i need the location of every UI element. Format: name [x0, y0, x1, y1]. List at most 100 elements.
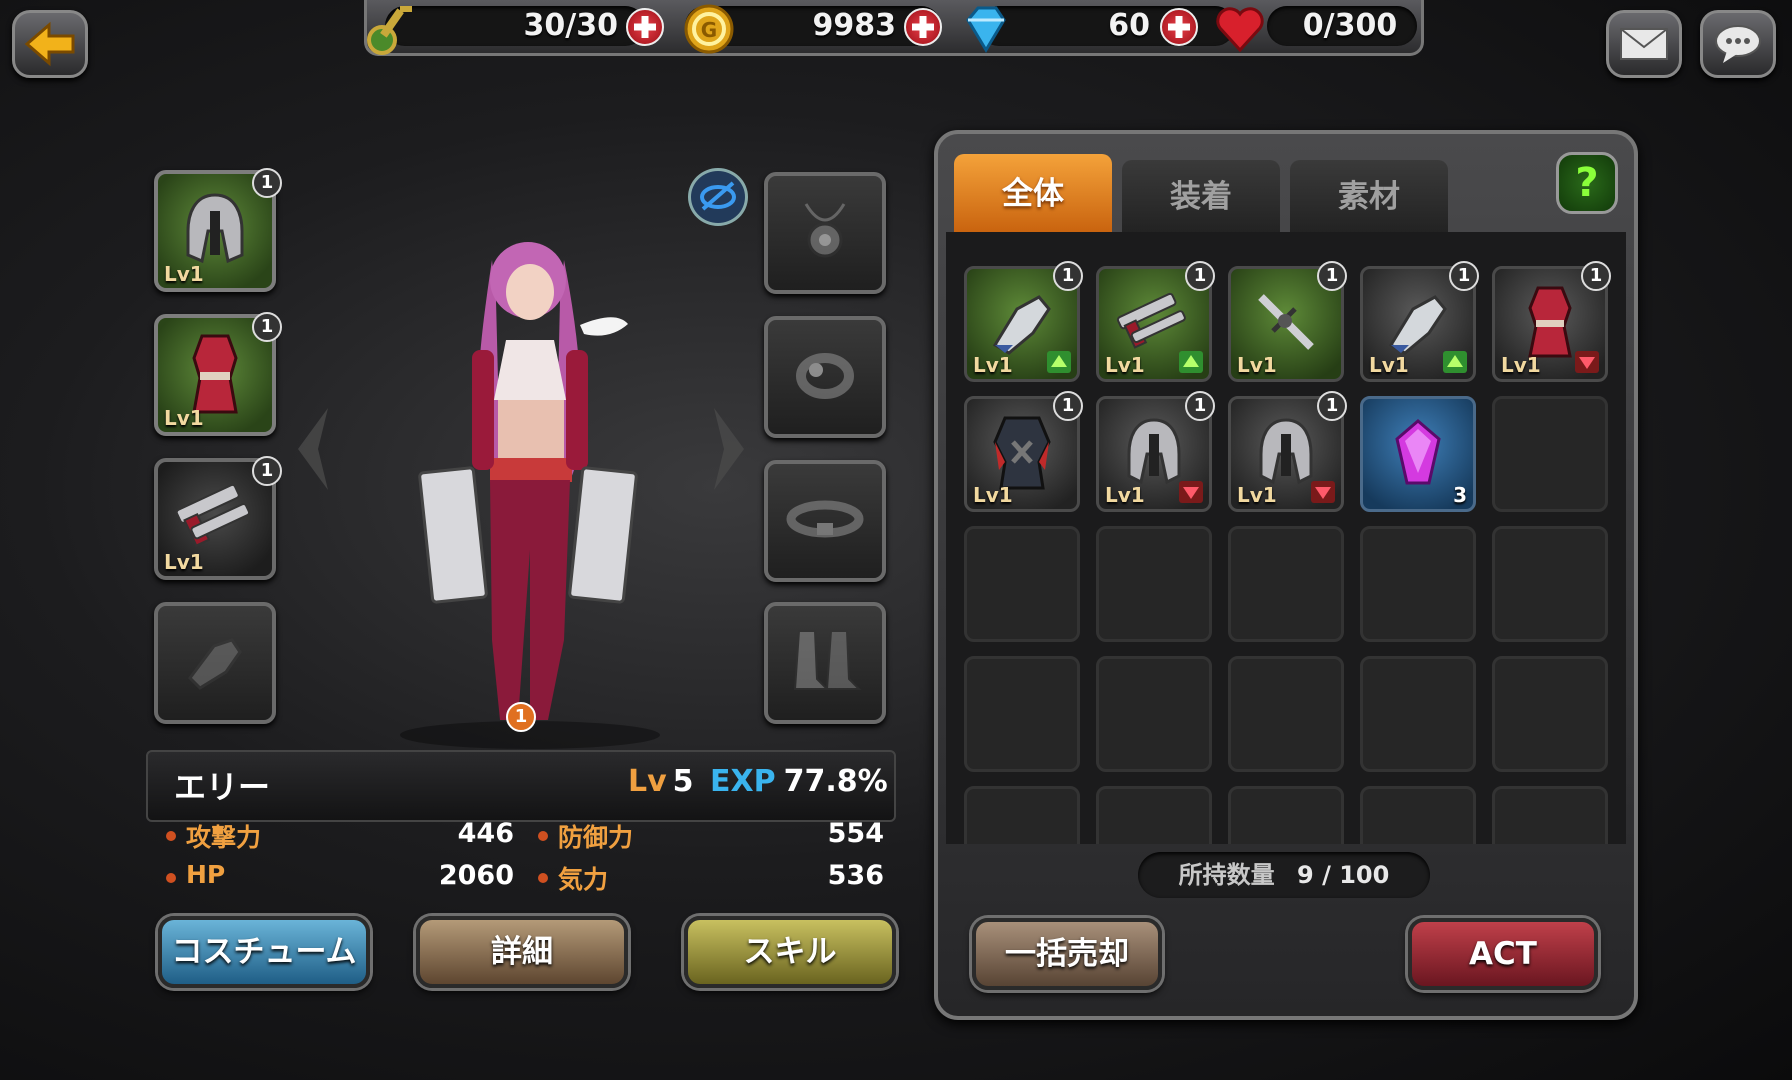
- back-button[interactable]: [12, 10, 88, 78]
- stat-bullet-icon: [538, 831, 548, 841]
- level-prefix: Lv: [628, 764, 667, 799]
- equip-slot-weapon[interactable]: Lv1 1: [154, 456, 282, 580]
- add-keys-button[interactable]: [626, 8, 664, 46]
- hearts-count: 0/300: [1302, 8, 1398, 43]
- heart-icon: [1216, 7, 1264, 53]
- equip-level: Lv1: [164, 550, 204, 574]
- equip-level: Lv1: [164, 406, 204, 430]
- tab-equipped[interactable]: 装着: [1122, 160, 1280, 234]
- item-level: Lv1: [1105, 483, 1145, 507]
- item-level: Lv1: [973, 353, 1013, 377]
- item-count-label: 所持数量: [1178, 861, 1275, 889]
- inventory-item-gauntlet[interactable]: Lv1 1: [964, 261, 1083, 382]
- item-badge: 1: [1317, 391, 1347, 421]
- item-badge: 1: [1449, 261, 1479, 291]
- inventory-empty-slot[interactable]: [1492, 786, 1608, 844]
- inventory-empty-slot[interactable]: [1360, 526, 1476, 642]
- inventory-item-armor[interactable]: Lv1 1: [1492, 261, 1611, 382]
- inventory-empty-slot[interactable]: [1360, 656, 1476, 772]
- inventory-empty-slot[interactable]: [1228, 656, 1344, 772]
- inventory-empty-slot[interactable]: [1492, 656, 1608, 772]
- tab-materials[interactable]: 素材: [1290, 160, 1448, 234]
- eye-slash-icon: [700, 181, 736, 211]
- add-gold-button[interactable]: [904, 8, 942, 46]
- key-icon: [367, 6, 412, 55]
- equip-badge: 1: [252, 312, 282, 342]
- inventory-empty-slot[interactable]: [1492, 526, 1608, 642]
- stat-hp-label: HP: [186, 860, 226, 889]
- exp-value: 77.8%: [783, 764, 888, 799]
- detail-button[interactable]: 詳細: [416, 916, 628, 988]
- equip-slot-glove-empty[interactable]: [154, 602, 276, 724]
- equip-badge: 1: [252, 456, 282, 486]
- upgrade-arrow-icon: [1443, 351, 1467, 373]
- armor-icon: [192, 334, 238, 414]
- inventory-empty-slot[interactable]: [964, 786, 1080, 844]
- equip-slot-necklace[interactable]: [764, 172, 886, 294]
- equip-slot-boots[interactable]: [764, 602, 886, 724]
- level-value: 5: [672, 764, 694, 799]
- helmet-icon: [1259, 418, 1313, 485]
- envelope-icon: [1620, 28, 1668, 60]
- purple-gem-icon: [1395, 418, 1441, 485]
- mail-button[interactable]: [1606, 10, 1682, 78]
- ring-icon: [796, 352, 854, 399]
- upgrade-arrow-icon: [1179, 351, 1203, 373]
- add-gems-button[interactable]: [1160, 8, 1198, 46]
- stat-bullet-icon: [166, 873, 176, 883]
- glove-silhouette-icon: [188, 637, 242, 690]
- item-level: Lv1: [1369, 353, 1409, 377]
- downgrade-arrow-icon: [1311, 481, 1335, 503]
- gold-coin-icon: G: [684, 4, 734, 54]
- boots-icon: [793, 629, 862, 690]
- inventory-empty-slot[interactable]: [1096, 526, 1212, 642]
- help-button[interactable]: ?: [1556, 152, 1618, 214]
- gauntlet-icon: [992, 294, 1051, 355]
- necklace-icon: [804, 202, 846, 258]
- item-level: Lv1: [1237, 353, 1277, 377]
- next-character-arrow-icon[interactable]: [710, 404, 750, 494]
- inventory-empty-slot[interactable]: [1228, 786, 1344, 844]
- equip-badge: 1: [252, 168, 282, 198]
- item-quantity: 3: [1453, 483, 1467, 507]
- inventory-empty-slot[interactable]: [1492, 396, 1608, 512]
- inventory-item-gauntlet[interactable]: Lv1 1: [1360, 261, 1479, 382]
- character-name: エリー: [174, 768, 271, 806]
- back-arrow-icon: [24, 21, 75, 67]
- previous-character-arrow-icon[interactable]: [292, 404, 332, 494]
- equip-slot-belt[interactable]: [764, 460, 886, 582]
- inventory-item-helmet[interactable]: Lv1 1: [1228, 391, 1347, 512]
- item-count-bar: 所持数量 9 / 100: [1138, 852, 1430, 898]
- inventory-item-pistols[interactable]: Lv1 1: [1096, 261, 1215, 382]
- chat-button[interactable]: [1700, 10, 1776, 78]
- inventory-item-gem[interactable]: 3: [1360, 396, 1476, 512]
- gauntlet-icon: [1388, 294, 1447, 355]
- costume-button[interactable]: コスチューム: [158, 916, 370, 988]
- bulk-sell-button[interactable]: 一括売却: [972, 918, 1162, 990]
- tab-all[interactable]: 全体: [954, 154, 1112, 234]
- inventory-empty-slot[interactable]: [1360, 786, 1476, 844]
- inventory-empty-slot[interactable]: [1228, 526, 1344, 642]
- inventory-empty-slot[interactable]: [964, 656, 1080, 772]
- item-level: Lv1: [1105, 353, 1145, 377]
- upgrade-arrow-icon: [1047, 351, 1071, 373]
- equip-slot-ring[interactable]: [764, 316, 886, 438]
- inventory-empty-slot[interactable]: [964, 526, 1080, 642]
- inventory-item-dark-armor[interactable]: Lv1 1: [964, 391, 1083, 512]
- stat-defense-label: 防御力: [558, 823, 634, 852]
- item-badge: 1: [1053, 261, 1083, 291]
- toggle-visibility-button[interactable]: [688, 168, 748, 226]
- equip-slot-armor[interactable]: Lv1 1: [154, 312, 282, 436]
- item-level: Lv1: [1237, 483, 1277, 507]
- stat-spirit-value: 536: [827, 860, 884, 891]
- inventory-grid-area: Lv1 1 Lv1 1 Lv1 1 Lv1 1 Lv1 1 Lv1 1 Lv1 …: [946, 232, 1626, 844]
- act-button[interactable]: ACT: [1408, 918, 1598, 990]
- item-badge: 1: [1317, 261, 1347, 291]
- gems-count: 60: [1108, 8, 1150, 43]
- inventory-empty-slot[interactable]: [1096, 786, 1212, 844]
- inventory-item-sword[interactable]: Lv1 1: [1228, 261, 1347, 382]
- skill-button[interactable]: スキル: [684, 916, 896, 988]
- equip-slot-helmet[interactable]: Lv1 1: [154, 168, 282, 292]
- inventory-item-helmet[interactable]: Lv1 1: [1096, 391, 1215, 512]
- inventory-empty-slot[interactable]: [1096, 656, 1212, 772]
